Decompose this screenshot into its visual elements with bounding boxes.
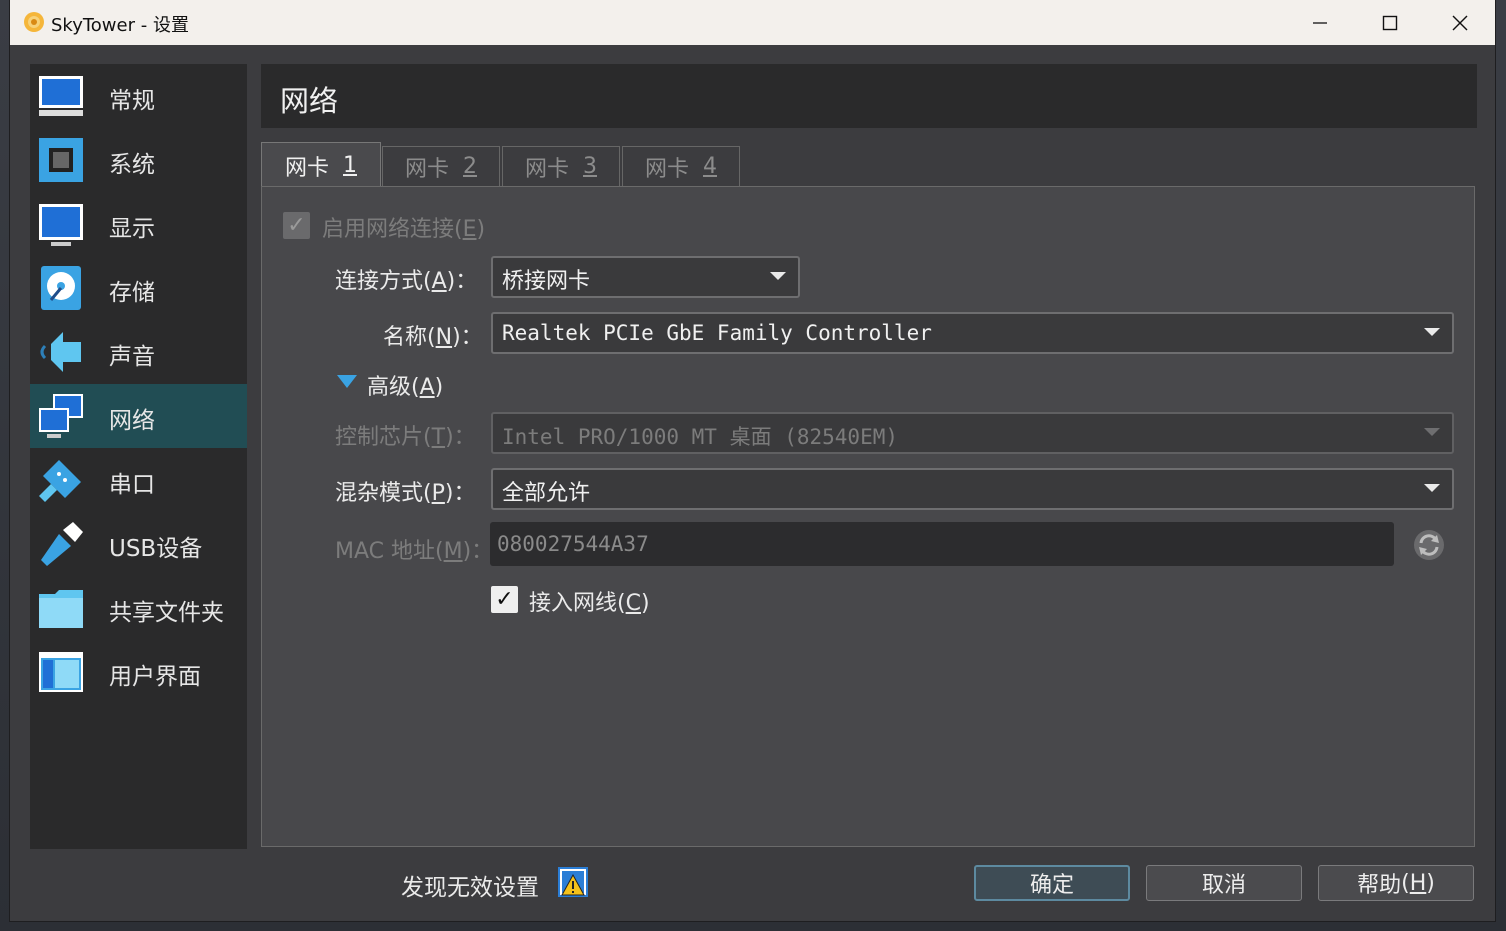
cable-connected-checkbox[interactable]: ✓ <box>491 586 518 613</box>
tab-label: 网卡 <box>644 156 689 182</box>
sidebar-item-label: 网络 <box>109 408 155 434</box>
app-gear-icon <box>24 12 44 32</box>
tab-number: 2 <box>463 154 477 179</box>
window-title: SkyTower - 设置 <box>51 15 189 36</box>
chevron-down-icon <box>1424 484 1440 492</box>
sidebar-item-display[interactable]: 显示 <box>30 192 247 256</box>
tab-adapter-2[interactable]: 网卡 2 <box>382 146 500 186</box>
sidebar-item-label: 用户界面 <box>109 664 201 690</box>
adapter-name-select[interactable]: Realtek PCIe GbE Family Controller <box>491 312 1454 354</box>
tab-adapter-3[interactable]: 网卡 3 <box>502 146 620 186</box>
sidebar-item-user-interface[interactable]: 用户界面 <box>30 640 247 704</box>
adapter-type-label: 控制芯片(T)： <box>335 425 476 450</box>
tab-adapter-4[interactable]: 网卡 4 <box>622 146 740 186</box>
settings-sidebar: 常规 系统 显示 存储 声音 网络 串口 USB设备 共享文件夹 用户界面 <box>30 64 247 849</box>
enable-adapter-checkbox[interactable]: ✓ <box>283 212 310 239</box>
attached-to-select[interactable]: 桥接网卡 <box>491 256 800 298</box>
sidebar-item-label: 存储 <box>109 280 155 306</box>
tab-number: 3 <box>583 154 597 179</box>
promiscuous-mode-select[interactable]: 全部允许 <box>491 468 1454 510</box>
attached-to-label: 连接方式(A)： <box>335 269 478 294</box>
advanced-toggle[interactable]: 高级(A) <box>367 369 443 401</box>
mac-address-label: MAC 地址(M)： <box>335 539 494 564</box>
tab-label: 网卡 <box>284 155 329 181</box>
sidebar-item-label: 显示 <box>109 216 155 242</box>
sidebar-item-usb[interactable]: USB设备 <box>30 512 247 576</box>
page-header: 网络 <box>261 64 1477 128</box>
storage-icon <box>41 266 81 310</box>
sidebar-item-serial-port[interactable]: 串口 <box>30 448 247 512</box>
maximize-button[interactable] <box>1355 0 1425 45</box>
chevron-down-icon <box>1424 428 1440 436</box>
warning-icon[interactable] <box>557 866 589 898</box>
sidebar-item-label: 共享文件夹 <box>109 600 224 626</box>
shared-folder-icon <box>39 590 83 628</box>
sidebar-item-system[interactable]: 系统 <box>30 128 247 192</box>
mac-address-input[interactable]: 080027544A37 <box>490 522 1394 566</box>
minimize-button[interactable] <box>1285 0 1355 45</box>
audio-icon <box>40 332 81 372</box>
adapter-type-value: Intel PRO/1000 MT 桌面 (82540EM) <box>502 425 899 449</box>
adapter-name-value: Realtek PCIe GbE Family Controller <box>502 321 932 345</box>
sidebar-item-shared-folders[interactable]: 共享文件夹 <box>30 576 247 640</box>
adapter-type-select[interactable]: Intel PRO/1000 MT 桌面 (82540EM) <box>491 412 1454 454</box>
sidebar-item-general[interactable]: 常规 <box>30 64 247 128</box>
chevron-down-icon <box>1424 328 1440 336</box>
tab-label: 网卡 <box>524 156 569 182</box>
tab-label: 网卡 <box>404 156 449 182</box>
settings-dialog: SkyTower - 设置 常规 系统 显示 存储 声音 网络 串口 USB设备… <box>10 0 1495 921</box>
chevron-down-icon <box>770 272 786 280</box>
promiscuous-mode-value: 全部允许 <box>502 481 591 506</box>
minimize-icon <box>1313 21 1327 24</box>
title-bar[interactable]: SkyTower - 设置 <box>10 0 1495 45</box>
expand-triangle-icon[interactable] <box>337 375 357 388</box>
help-button[interactable]: 帮助(H) <box>1318 865 1474 901</box>
sidebar-item-label: 声音 <box>109 344 155 370</box>
serial-port-icon <box>39 460 81 502</box>
sidebar-item-label: USB设备 <box>109 536 203 562</box>
cancel-button[interactable]: 取消 <box>1146 865 1302 901</box>
sidebar-item-label: 常规 <box>109 88 155 114</box>
sidebar-item-audio[interactable]: 声音 <box>30 320 247 384</box>
adapter-name-label: 名称(N)： <box>383 325 483 350</box>
attached-to-value: 桥接网卡 <box>502 269 591 294</box>
refresh-mac-icon[interactable] <box>1412 528 1446 562</box>
user-interface-icon <box>39 652 83 692</box>
page-title: 网络 <box>280 84 339 118</box>
system-icon <box>39 138 83 182</box>
close-button[interactable] <box>1425 0 1495 45</box>
invalid-settings-text: 发现无效设置 <box>401 875 539 901</box>
ok-button[interactable]: 确定 <box>974 865 1130 901</box>
sidebar-item-label: 系统 <box>109 152 155 178</box>
sidebar-item-storage[interactable]: 存储 <box>30 256 247 320</box>
close-icon <box>1452 15 1468 30</box>
enable-adapter-label: 启用网络连接(E) <box>322 217 486 242</box>
usb-icon <box>41 522 83 566</box>
maximize-icon <box>1382 15 1398 30</box>
network-icon <box>39 394 83 438</box>
tab-number: 4 <box>703 154 717 179</box>
tab-number: 1 <box>343 153 357 178</box>
general-icon <box>39 76 83 116</box>
mac-address-value: 080027544A37 <box>497 532 649 556</box>
promiscuous-mode-label: 混杂模式(P)： <box>335 481 476 506</box>
sidebar-item-network[interactable]: 网络 <box>30 384 247 448</box>
cable-connected-label: 接入网线(C) <box>529 591 650 616</box>
display-icon <box>39 204 83 246</box>
tab-adapter-1[interactable]: 网卡 1 <box>261 142 381 188</box>
sidebar-item-label: 串口 <box>109 472 155 498</box>
